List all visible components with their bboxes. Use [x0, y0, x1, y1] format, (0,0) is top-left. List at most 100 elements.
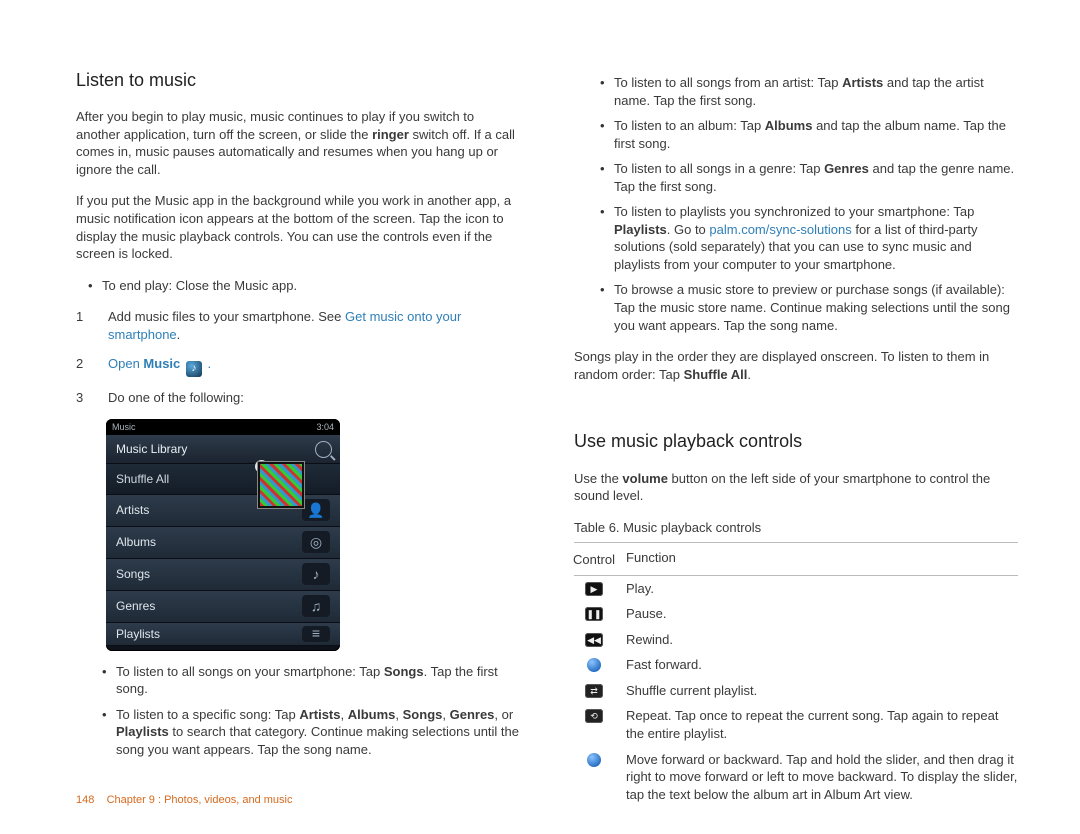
text: . [204, 356, 211, 371]
text: To listen to an album: Tap [614, 118, 765, 133]
text: Songs play in the order they are display… [574, 349, 989, 382]
step-body: Add music files to your smartphone. See … [108, 308, 520, 343]
step-3: 3 Do one of the following: [76, 389, 520, 407]
text-bold: Songs [403, 707, 443, 722]
order-para: Songs play in the order they are display… [574, 348, 1018, 383]
phone-header: Music Library [106, 435, 340, 464]
table-row: ▶ Play. [574, 576, 1018, 602]
text-bold: Artists [842, 75, 883, 90]
text-bold: ringer [372, 127, 409, 142]
page-footer: 148 Chapter 9 : Photos, videos, and musi… [76, 793, 292, 808]
artist-icon: 👤 [302, 499, 330, 521]
left-column: Listen to music After you begin to play … [76, 68, 520, 807]
step-body[interactable]: Open Music ♪ . [108, 355, 520, 377]
heading-listen: Listen to music [76, 68, 520, 92]
text-bold: Playlists [116, 724, 169, 739]
link-sync-solutions[interactable]: palm.com/sync-solutions [709, 222, 851, 237]
text-bold: Albums [765, 118, 813, 133]
cell: Move forward or backward. Tap and hold t… [626, 751, 1018, 804]
cell: Shuffle current playlist. [626, 682, 1018, 700]
cell: Rewind. [626, 631, 1018, 649]
scrub-slider-icon [587, 753, 601, 767]
col-function: Function [626, 549, 1018, 569]
text: To listen to all songs in a genre: Tap [614, 161, 824, 176]
col-control: Control [574, 549, 614, 569]
text-bold: Albums [348, 707, 396, 722]
rewind-icon: ◀◀ [585, 633, 603, 647]
play-icon: ▶ [585, 582, 603, 596]
intro-para-2: If you put the Music app in the backgrou… [76, 192, 520, 262]
text-bold: Artists [299, 707, 340, 722]
table-caption: Table 6. Music playback controls [574, 519, 1018, 537]
status-app: Music [112, 421, 136, 433]
list-item: To listen to all songs from an artist: T… [614, 74, 1018, 109]
text: to search that category. Continue making… [116, 724, 519, 757]
text-bold: Genres [450, 707, 495, 722]
row-label: Playlists [116, 626, 160, 642]
text: , or [494, 707, 513, 722]
genre-icon: ♫ [302, 595, 330, 617]
text-bold: Music [143, 356, 180, 371]
cell: Play. [626, 580, 1018, 598]
text-bold: Shuffle All [684, 367, 748, 382]
text: To listen to all songs on your smartphon… [116, 664, 384, 679]
cell: Pause. [626, 605, 1018, 623]
table-row: ❚❚ Pause. [574, 601, 1018, 627]
chapter-label: Chapter 9 : Photos, videos, and music [107, 794, 293, 806]
table-row: Fast forward. [574, 652, 1018, 678]
volume-para: Use the volume button on the left side o… [574, 470, 1018, 505]
text-bold: Genres [824, 161, 869, 176]
text-bold: volume [622, 471, 668, 486]
text: . [747, 367, 751, 382]
table-row: Move forward or backward. Tap and hold t… [574, 747, 1018, 808]
heading-playback: Use music playback controls [574, 429, 1018, 453]
shuffle-label: Shuffle All [116, 471, 169, 487]
row-label: Genres [116, 598, 155, 614]
table-row: ◀◀ Rewind. [574, 627, 1018, 653]
list-item: To end play: Close the Music app. [102, 277, 520, 295]
text: Open [108, 356, 143, 371]
text: Add music files to your smartphone. See [108, 309, 345, 324]
list-item: To listen to all songs on your smartphon… [116, 663, 520, 698]
page-body: Listen to music After you begin to play … [0, 0, 1080, 807]
phone-header-title: Music Library [116, 441, 187, 457]
end-play-list: To end play: Close the Music app. [76, 277, 520, 295]
list-item: To listen to all songs in a genre: Tap G… [614, 160, 1018, 195]
row-label: Albums [116, 534, 156, 550]
album-icon: ◎ [302, 531, 330, 553]
phone-shuffle-row: Shuffle All 1 [106, 464, 340, 495]
intro-para-1: After you begin to play music, music con… [76, 108, 520, 178]
cell: Repeat. Tap once to repeat the current s… [626, 707, 1018, 742]
text: To listen to playlists you synchronized … [614, 204, 974, 219]
cell: Fast forward. [626, 656, 1018, 674]
page-number: 148 [76, 794, 94, 806]
playlist-icon: ≡ [302, 626, 330, 642]
table-header: Control Function [574, 543, 1018, 576]
row-label: Artists [116, 502, 149, 518]
list-item: To listen to an album: Tap Albums and ta… [614, 117, 1018, 152]
right-column: To listen to all songs from an artist: T… [574, 68, 1018, 807]
fast-forward-icon [587, 658, 601, 672]
playback-controls-table: Control Function ▶ Play. ❚❚ Pause. ◀◀ Re… [574, 542, 1018, 807]
repeat-icon: ⟲ [585, 709, 603, 723]
text: To listen to all songs from an artist: T… [614, 75, 842, 90]
text: Use the [574, 471, 622, 486]
text-bold: Playlists [614, 222, 667, 237]
step-number: 2 [76, 355, 90, 377]
step-body: Do one of the following: [108, 389, 520, 407]
music-app-icon: ♪ [186, 361, 202, 377]
shuffle-icon: ⇄ [585, 684, 603, 698]
text-bold: Songs [384, 664, 424, 679]
text: To listen to a specific song: Tap [116, 707, 299, 722]
pause-icon: ❚❚ [585, 607, 603, 621]
phone-row-songs: Songs ♪ [106, 559, 340, 591]
phone-statusbar: Music 3:04 [106, 419, 340, 435]
text: . [177, 327, 181, 342]
search-icon [315, 441, 332, 458]
table-row: ⟲ Repeat. Tap once to repeat the current… [574, 703, 1018, 746]
phone-row-albums: Albums ◎ [106, 527, 340, 559]
table-row: ⇄ Shuffle current playlist. [574, 678, 1018, 704]
right-top-bullets: To listen to all songs from an artist: T… [574, 74, 1018, 334]
list-item: To browse a music store to preview or pu… [614, 281, 1018, 334]
album-art-icon [258, 462, 304, 508]
